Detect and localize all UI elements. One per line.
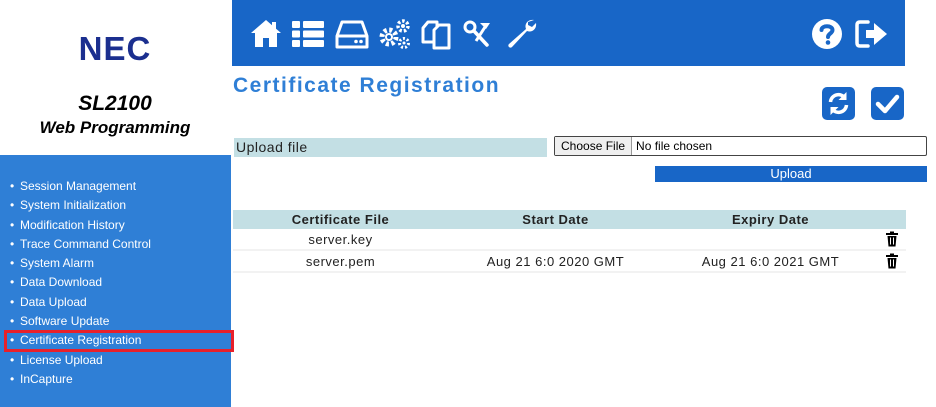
- sidebar-item-label: Certificate Registration: [20, 333, 142, 348]
- cell-certificate-file: server.key: [233, 229, 448, 251]
- cell-expiry-date: Aug 21 6:0 2021 GMT: [663, 250, 878, 273]
- sidebar-item-session-management[interactable]: • Session Management: [0, 177, 231, 196]
- bullet-icon: •: [10, 371, 15, 386]
- bullet-icon: •: [10, 198, 15, 213]
- delete-button[interactable]: [878, 250, 906, 273]
- apply-button[interactable]: [871, 87, 904, 120]
- sidebar-item-license-upload[interactable]: • License Upload: [0, 351, 231, 370]
- bullet-icon: •: [10, 217, 15, 232]
- upload-file-label: Upload file: [234, 138, 547, 157]
- bullet-icon: •: [10, 179, 15, 193]
- sidebar-item-trace-command-control[interactable]: • Trace Command Control: [0, 235, 231, 254]
- bullet-icon: •: [10, 275, 15, 290]
- sidebar-item-data-upload[interactable]: • Data Upload: [0, 293, 231, 312]
- trash-icon: [885, 231, 899, 247]
- nec-logo: NEC: [78, 30, 152, 67]
- sidebar-item-label: Modification History: [20, 217, 125, 232]
- sidebar-item-data-download[interactable]: • Data Download: [0, 273, 231, 292]
- sidebar-item-label: License Upload: [20, 352, 103, 367]
- cell-start-date: Aug 21 6:0 2020 GMT: [448, 250, 663, 273]
- page-title: Certificate Registration: [233, 74, 501, 97]
- wrench-icon[interactable]: [504, 16, 540, 52]
- sidebar-item-label: Data Download: [20, 275, 103, 290]
- help-icon[interactable]: [809, 16, 845, 52]
- app-subtitle: Web Programming: [39, 118, 191, 137]
- trash-icon: [885, 253, 899, 269]
- drive-icon[interactable]: [334, 16, 370, 52]
- choose-file-button[interactable]: Choose File: [555, 137, 633, 155]
- bullet-icon: •: [10, 314, 15, 329]
- check-icon: [875, 94, 900, 114]
- list-icon[interactable]: [290, 16, 326, 52]
- header-start-date: Start Date: [448, 210, 663, 229]
- model-name: SL2100: [78, 92, 152, 115]
- home-icon[interactable]: [248, 16, 284, 52]
- delete-button[interactable]: [878, 229, 906, 251]
- sidebar-item-label: System Alarm: [20, 256, 95, 271]
- sidebar-item-label: Trace Command Control: [20, 236, 151, 251]
- sidebar-item-label: Session Management: [20, 179, 137, 193]
- bullet-icon: •: [10, 294, 15, 309]
- cell-expiry-date: [663, 229, 878, 251]
- top-toolbar: [232, 0, 905, 66]
- cell-start-date: [448, 229, 663, 251]
- header-delete: [878, 210, 906, 229]
- sidebar-item-label: InCapture: [20, 371, 73, 386]
- gears-icon[interactable]: [376, 16, 412, 52]
- bullet-icon: •: [10, 256, 15, 271]
- sidebar-item-label: Data Upload: [20, 294, 87, 309]
- sidebar-item-incapture[interactable]: • InCapture: [0, 370, 231, 389]
- bullet-icon: •: [10, 236, 15, 251]
- brand-panel: NEC SL2100 Web Programming: [0, 0, 230, 155]
- table-row: server.key: [233, 229, 906, 251]
- tools-icon[interactable]: [460, 16, 496, 52]
- table-row: server.pem Aug 21 6:0 2020 GMT Aug 21 6:…: [233, 250, 906, 273]
- sidebar-item-certificate-registration[interactable]: • Certificate Registration: [4, 330, 234, 352]
- logout-icon[interactable]: [854, 16, 890, 52]
- sidebar-item-software-update[interactable]: • Software Update: [0, 312, 231, 331]
- copy-icon[interactable]: [418, 16, 454, 52]
- upload-button[interactable]: Upload: [655, 166, 927, 182]
- sidebar-item-modification-history[interactable]: • Modification History: [0, 216, 231, 235]
- sidebar-item-label: System Initialization: [20, 198, 127, 213]
- table-header-row: Certificate File Start Date Expiry Date: [233, 210, 906, 229]
- sidebar-item-system-alarm[interactable]: • System Alarm: [0, 254, 231, 273]
- sidebar: • Session Management • System Initializati…: [0, 155, 234, 407]
- file-status-text: No file chosen: [636, 139, 713, 153]
- header-expiry-date: Expiry Date: [663, 210, 878, 229]
- refresh-button[interactable]: [822, 87, 855, 120]
- sidebar-item-label: Software Update: [20, 314, 110, 329]
- header-certificate-file: Certificate File: [233, 210, 448, 229]
- sidebar-item-system-initialization[interactable]: • System Initialization: [0, 196, 231, 215]
- certificate-table: Certificate File Start Date Expiry Date …: [233, 210, 906, 273]
- cell-certificate-file: server.pem: [233, 250, 448, 273]
- file-input[interactable]: Choose File No file chosen: [554, 136, 927, 156]
- refresh-icon: [828, 92, 849, 115]
- bullet-icon: •: [10, 333, 15, 348]
- bullet-icon: •: [10, 352, 15, 367]
